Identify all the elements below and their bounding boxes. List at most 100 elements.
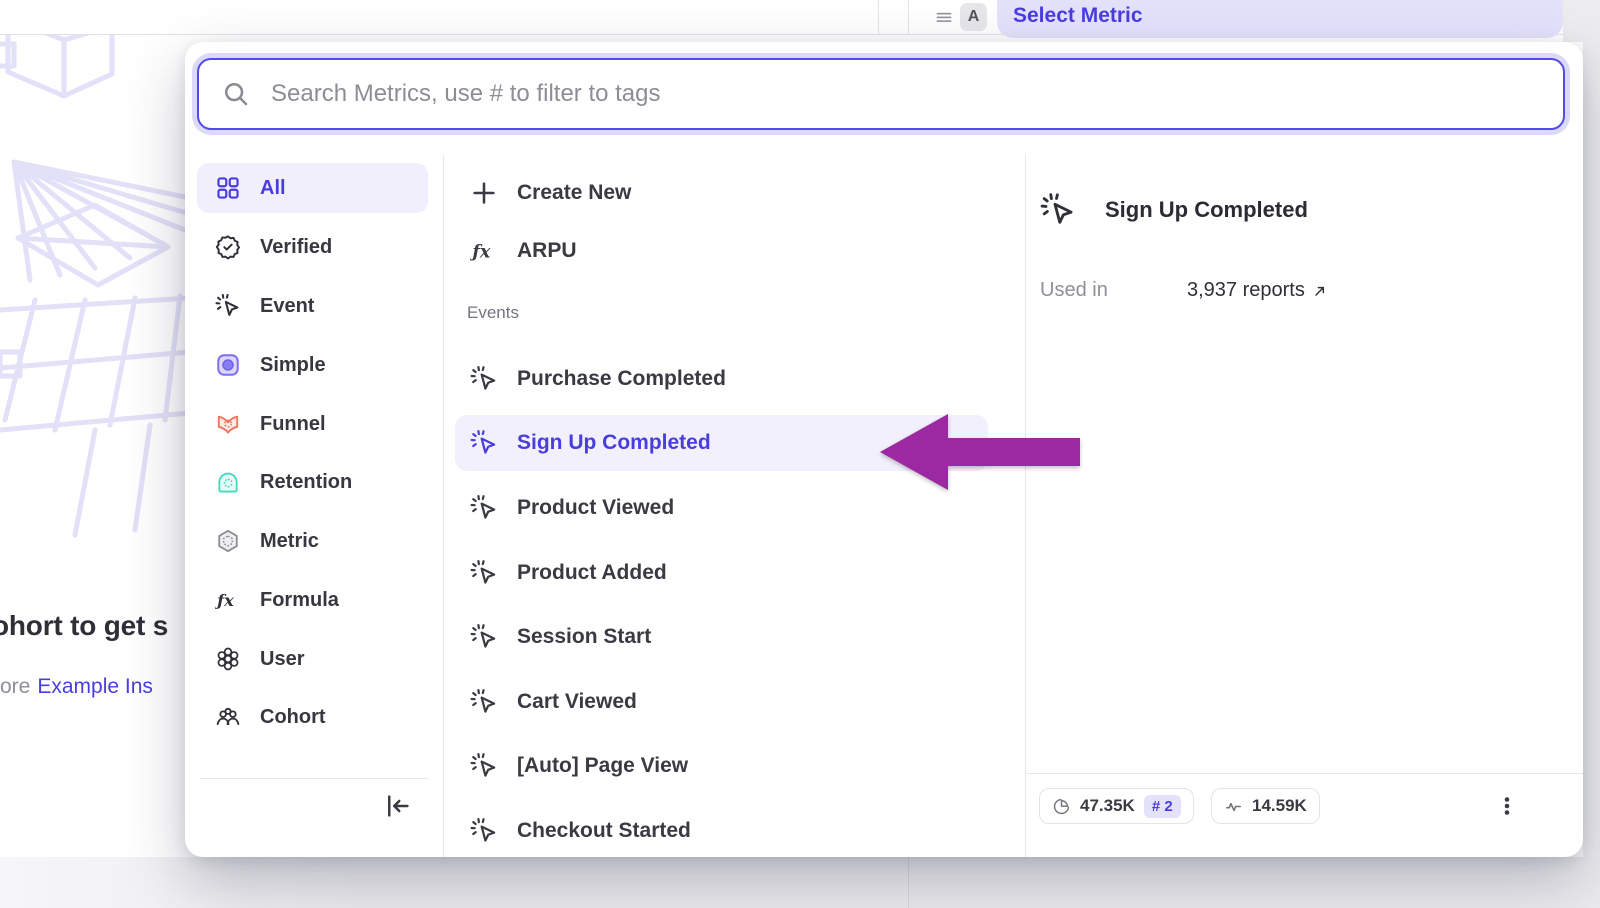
user-icon bbox=[215, 646, 241, 672]
list-item-label: Checkout Started bbox=[517, 819, 691, 843]
event-cursor-icon bbox=[470, 559, 498, 587]
kebab-menu-icon[interactable] bbox=[1493, 788, 1521, 824]
detail-title: Sign Up Completed bbox=[1105, 197, 1308, 223]
example-insights-link-fragment: Example Ins bbox=[37, 675, 153, 698]
sidebar-item-label: Retention bbox=[260, 471, 352, 494]
collapse-panel-icon[interactable] bbox=[383, 791, 413, 821]
event-cursor-icon bbox=[470, 817, 498, 845]
list-item-label: Cart Viewed bbox=[517, 690, 637, 714]
drag-handle-icon[interactable] bbox=[934, 7, 954, 27]
create-new-button[interactable]: Create New bbox=[455, 173, 988, 213]
detail-header: Sign Up Completed bbox=[1040, 192, 1308, 228]
grid-icon bbox=[215, 175, 241, 201]
app-root: ohort to get s ore Example Ins A Select M… bbox=[0, 0, 1600, 908]
list-item-label: Purchase Completed bbox=[517, 367, 726, 391]
sidebar-item-formula[interactable]: Formula bbox=[197, 575, 428, 625]
stat-value: 47.35K bbox=[1080, 796, 1135, 816]
stat-rank-badge: # 2 bbox=[1144, 795, 1181, 818]
search-input[interactable] bbox=[269, 79, 1545, 109]
sidebar-footer-divider bbox=[200, 778, 428, 779]
sidebar-item-label: All bbox=[260, 177, 286, 200]
list-item-purchase-completed[interactable]: Purchase Completed bbox=[455, 359, 988, 399]
event-cursor-icon bbox=[215, 293, 241, 319]
detail-footer-divider bbox=[1025, 773, 1583, 774]
sidebar-item-retention[interactable]: Retention bbox=[197, 457, 428, 507]
metric-detail-panel: Sign Up Completed Used in 3,937 reports … bbox=[1025, 155, 1583, 857]
list-item-label: Product Added bbox=[517, 561, 667, 585]
sidebar-item-simple[interactable]: Simple bbox=[197, 340, 428, 390]
formula-fx-icon bbox=[470, 237, 498, 265]
sidebar-item-funnel[interactable]: Funnel bbox=[197, 399, 428, 449]
sidebar-item-user[interactable]: User bbox=[197, 634, 428, 684]
sidebar-item-label: Simple bbox=[260, 354, 326, 377]
list-item-label: Product Viewed bbox=[517, 496, 674, 520]
pie-chart-icon bbox=[1052, 797, 1071, 816]
background-link-line: ore Example Ins bbox=[0, 675, 153, 699]
event-cursor-icon bbox=[470, 688, 498, 716]
event-cursor-icon bbox=[1040, 192, 1076, 228]
funnel-icon bbox=[215, 411, 241, 437]
background-headline-fragment: ohort to get s bbox=[0, 610, 168, 642]
list-item-auto-page-view[interactable]: [Auto] Page View bbox=[455, 746, 988, 786]
external-link-icon bbox=[1312, 283, 1328, 299]
list-item-label: [Auto] Page View bbox=[517, 754, 688, 778]
sidebar-item-metric[interactable]: Metric bbox=[197, 516, 428, 566]
metric-icon bbox=[215, 528, 241, 554]
event-cursor-icon bbox=[470, 752, 498, 780]
used-in-row: Used in 3,937 reports bbox=[1040, 279, 1560, 305]
search-icon bbox=[221, 79, 251, 109]
sidebar-item-label: Cohort bbox=[260, 706, 326, 729]
annotation-arrow bbox=[868, 406, 1093, 501]
sidebar-item-label: Formula bbox=[260, 589, 339, 612]
verified-badge-icon bbox=[215, 234, 241, 260]
formula-fx-icon bbox=[215, 587, 241, 613]
sidebar-item-label: Funnel bbox=[260, 413, 326, 436]
select-metric-header[interactable]: Select Metric bbox=[997, 0, 1563, 38]
sidebar-item-all[interactable]: All bbox=[197, 163, 428, 213]
sidebar-item-label: Event bbox=[260, 295, 314, 318]
list-item-label: Session Start bbox=[517, 625, 651, 649]
sidebar-item-label: Verified bbox=[260, 236, 332, 259]
create-new-label: Create New bbox=[517, 181, 631, 205]
used-in-reports-text: 3,937 reports bbox=[1187, 279, 1305, 302]
sidebar-item-verified[interactable]: Verified bbox=[197, 222, 428, 272]
used-in-label: Used in bbox=[1040, 279, 1108, 301]
metric-list: Create New ARPU Events Purchase Complete… bbox=[443, 155, 1025, 857]
list-item-product-added[interactable]: Product Added bbox=[455, 553, 988, 593]
list-item-checkout-started[interactable]: Checkout Started bbox=[455, 811, 988, 851]
list-item-label: Sign Up Completed bbox=[517, 431, 711, 455]
page-divider bbox=[908, 857, 909, 908]
cohort-icon bbox=[215, 704, 241, 730]
list-item-session-start[interactable]: Session Start bbox=[455, 617, 988, 657]
sidebar-item-event[interactable]: Event bbox=[197, 281, 428, 331]
event-cursor-icon bbox=[470, 365, 498, 393]
stat-total-count-pill[interactable]: 47.35K # 2 bbox=[1039, 788, 1194, 824]
sparkline-icon bbox=[1224, 797, 1243, 816]
background-link-prefix: ore bbox=[0, 675, 30, 698]
list-item-cart-viewed[interactable]: Cart Viewed bbox=[455, 682, 988, 722]
stat-value: 14.59K bbox=[1252, 796, 1307, 816]
page-bottom-strip bbox=[0, 857, 1600, 908]
plus-icon bbox=[470, 179, 498, 207]
sidebar-item-label: Metric bbox=[260, 530, 319, 553]
page-right-strip bbox=[1583, 0, 1600, 908]
metric-row-letter-badge: A bbox=[960, 3, 987, 31]
metric-search-bar bbox=[197, 58, 1565, 130]
used-in-reports-link[interactable]: 3,937 reports bbox=[1187, 279, 1328, 302]
simple-icon bbox=[215, 352, 241, 378]
sidebar-item-cohort[interactable]: Cohort bbox=[197, 692, 428, 742]
event-cursor-icon bbox=[470, 494, 498, 522]
retention-icon bbox=[215, 469, 241, 495]
toolbar-divider bbox=[908, 0, 909, 34]
list-item-label: ARPU bbox=[517, 239, 577, 263]
toolbar-divider bbox=[878, 0, 879, 34]
sidebar-item-label: User bbox=[260, 648, 304, 671]
filter-sidebar: All Verified Event Simple Funnel Retenti… bbox=[185, 155, 443, 857]
event-cursor-icon bbox=[470, 623, 498, 651]
select-metric-label: Select Metric bbox=[1013, 2, 1143, 30]
list-item-arpu[interactable]: ARPU bbox=[455, 231, 988, 271]
stat-unique-count-pill[interactable]: 14.59K bbox=[1211, 788, 1320, 824]
event-cursor-icon bbox=[470, 429, 498, 457]
background-illustration bbox=[0, 0, 190, 545]
events-section-label: Events bbox=[467, 303, 519, 323]
